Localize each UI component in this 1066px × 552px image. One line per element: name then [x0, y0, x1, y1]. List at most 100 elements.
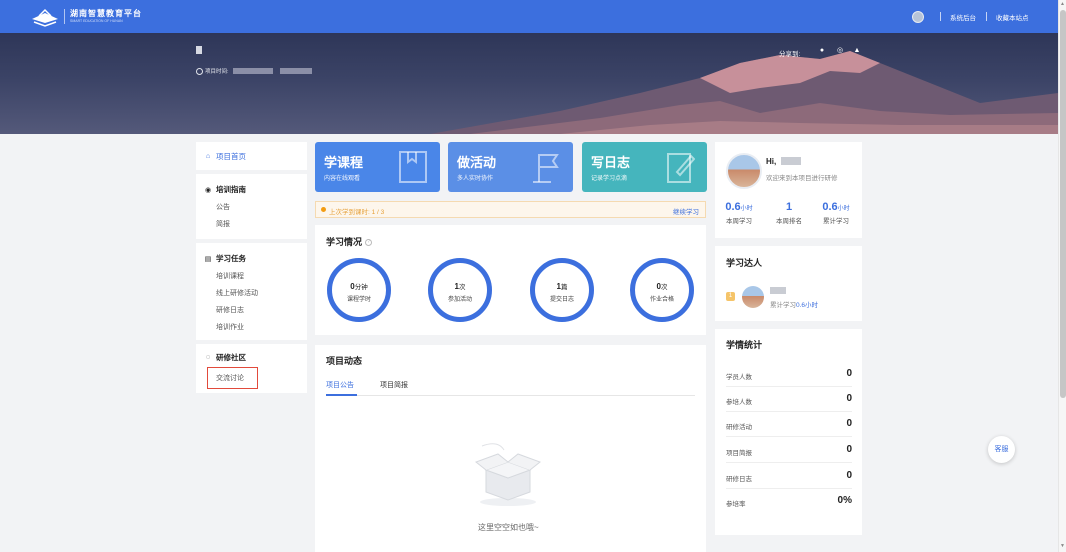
brand-name[interactable]: 湖南智慧教育平台: [70, 8, 142, 19]
stat-value: 1: [785, 201, 793, 213]
brand-english-name: SMART EDUCATION OF HUNAN: [70, 19, 123, 23]
stat-row-value: 0: [846, 444, 852, 455]
rank-avatar[interactable]: [742, 286, 764, 308]
wechat-icon[interactable]: ●: [818, 47, 826, 55]
nav-community-label: 研修社区: [216, 353, 246, 362]
nav-item-briefing[interactable]: 简报: [196, 216, 307, 233]
nav-home-label: 项目首页: [216, 151, 246, 161]
scroll-up-icon[interactable]: ▲: [1060, 1, 1065, 7]
empty-state-text: 这里空空如也哦~: [478, 523, 539, 532]
rank-badge: 1: [726, 292, 735, 301]
ring-unit: 次: [660, 284, 668, 291]
stat-row: 项目简报 0: [726, 438, 852, 463]
nav-home-block: ⌂ 项目首页: [196, 142, 307, 170]
stat-week-study: 0.6小时 本周学习: [723, 201, 755, 225]
nav-item-course[interactable]: 培训课程: [196, 268, 307, 285]
stat-row-value: 0: [846, 470, 852, 481]
stat-row-value: 0: [846, 393, 852, 404]
study-status-title: 学习情况?: [326, 235, 373, 248]
stat-row-value: 0: [846, 418, 852, 429]
stat-row: 参培人数 0: [726, 387, 852, 412]
stat-row: 研修日志 0: [726, 464, 852, 489]
stat-row: 研修活动 0: [726, 412, 852, 437]
ring-label: 作业合格: [649, 297, 674, 303]
nav-item-discussion[interactable]: 交流讨论: [207, 367, 258, 389]
help-icon[interactable]: ?: [365, 239, 373, 247]
nav-item-online-activity[interactable]: 线上研修活动: [196, 285, 307, 302]
project-banner: 项目时间: 分享到: ● ◎ ▲: [0, 33, 1058, 134]
book-logo-icon[interactable]: [30, 7, 60, 27]
card-learn-course[interactable]: 学课程 内容在线观看: [315, 142, 440, 192]
flag-icon: [533, 154, 559, 183]
stat-week-rank: 1 本周排名: [771, 201, 807, 225]
card-title: 写日志: [591, 155, 631, 170]
customer-service-button[interactable]: 客服: [988, 436, 1015, 463]
user-name-redacted: [781, 157, 801, 165]
scroll-thumb[interactable]: [1060, 10, 1066, 398]
stat-value: 0.6: [725, 201, 741, 213]
ring-unit: 篇: [560, 284, 568, 291]
qq-icon[interactable]: ▲: [853, 47, 861, 55]
system-backend-link[interactable]: 系统后台: [950, 12, 976, 22]
card-do-activity[interactable]: 做活动 多人实时协作: [448, 142, 573, 192]
stat-row-label: 研修日志: [726, 476, 752, 483]
ring-label: 提交日志: [549, 297, 574, 303]
profile-avatar[interactable]: [726, 153, 762, 189]
card-subtitle: 记录学习点滴: [591, 176, 628, 182]
stat-value: 0.6: [822, 201, 838, 213]
nav-guide-title: ◉ 培训指南: [196, 174, 307, 199]
weibo-icon[interactable]: ◎: [836, 47, 844, 55]
nav-home[interactable]: ⌂ 项目首页: [196, 142, 307, 170]
clock-icon: [196, 68, 203, 75]
nav-item-journal[interactable]: 研修日志: [196, 302, 307, 319]
card-write-journal[interactable]: 写日志 记录学习点滴: [582, 142, 707, 192]
mountain-illustration: [430, 51, 1058, 134]
nav-guide-block: ◉ 培训指南 公告 简报: [196, 174, 307, 239]
ranking-title: 学习达人: [726, 258, 763, 268]
stat-row-value: 0: [846, 368, 852, 379]
project-time-redacted: [233, 68, 273, 74]
ring-label: 课程学时: [346, 297, 371, 303]
welcome-text: 欢迎来到本项目进行研修: [766, 175, 838, 182]
nav-community-block: ◌ 研修社区 交流讨论: [196, 344, 307, 393]
ring-course-hours: 0分钟 课程学时: [327, 258, 391, 322]
continue-learning-link[interactable]: 继续学习: [673, 206, 699, 216]
stat-label: 本周学习: [726, 218, 752, 225]
ring-homework: 0次 作业合格: [630, 258, 694, 322]
home-icon: ⌂: [205, 152, 211, 160]
stat-label: 本周排名: [776, 218, 802, 225]
user-avatar[interactable]: [912, 11, 924, 23]
pen-note-icon: [667, 153, 695, 183]
tab-briefing[interactable]: 项目简报: [380, 380, 408, 390]
left-sidebar: ⌂ 项目首页 ◉ 培训指南 公告 简报 ▤ 学习任务 培训课程 线上研修活动 研…: [196, 142, 307, 397]
scroll-down-icon[interactable]: ▼: [1060, 543, 1065, 549]
project-time-label: 项目时间:: [205, 69, 229, 75]
rank-study-time: 累计学习0.6小时: [770, 302, 819, 309]
ring-unit: 分钟: [354, 284, 368, 291]
ring-label: 参加活动: [447, 297, 472, 303]
page-scrollbar[interactable]: ▲ ▼: [1058, 0, 1066, 552]
project-name-redacted: [196, 46, 202, 54]
chat-icon: ◌: [205, 354, 211, 361]
divider: [986, 12, 987, 21]
card-subtitle: 内容在线观看: [324, 176, 361, 182]
notice-dot-icon: [321, 207, 326, 212]
nav-community-title: ◌ 研修社区: [196, 344, 307, 367]
card-title: 学课程: [324, 155, 364, 170]
ring-unit: 次: [458, 284, 466, 291]
nav-item-homework[interactable]: 培训作业: [196, 319, 307, 336]
tab-announcement[interactable]: 项目公告: [326, 380, 354, 390]
list-icon: ▤: [204, 255, 212, 263]
stat-row-label: 参培率: [726, 501, 746, 508]
nav-task-label: 学习任务: [216, 254, 246, 263]
card-subtitle: 多人实时协作: [457, 176, 494, 182]
stat-row-value: 0%: [837, 495, 852, 506]
bookmark-site-link[interactable]: 收藏本站点: [996, 12, 1029, 22]
stat-unit: 小时: [837, 206, 850, 212]
ring-activities: 1次 参加活动: [428, 258, 492, 322]
rank-name-redacted: [770, 287, 786, 294]
stat-row-label: 学员人数: [726, 374, 752, 381]
empty-box-icon: [474, 443, 542, 506]
stat-total-study: 0.6小时 累计学习: [818, 201, 854, 225]
nav-item-announcement[interactable]: 公告: [196, 199, 307, 216]
